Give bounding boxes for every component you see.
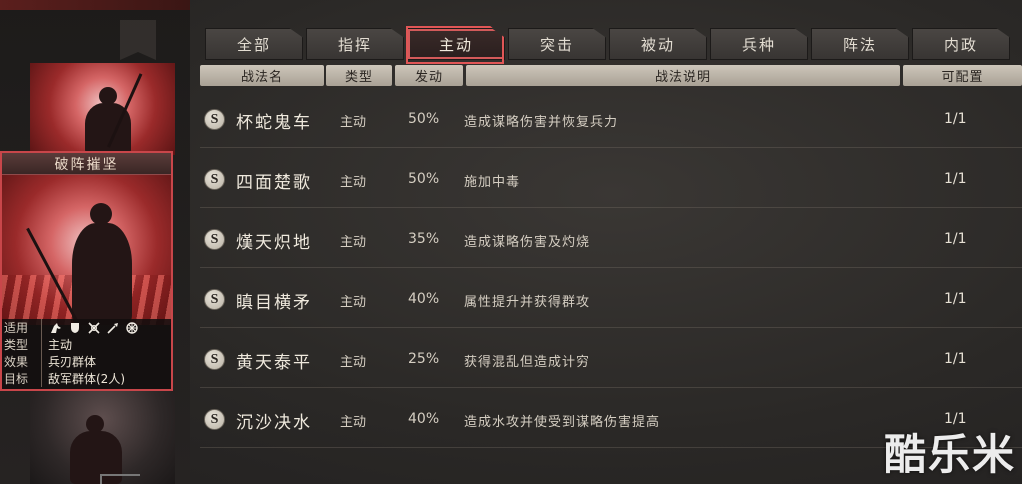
table-row[interactable]: S 瞋目横矛 主动 40% 属性提升并获得群攻 1/1 — [200, 270, 1022, 328]
table-row[interactable]: S 四面楚歌 主动 50% 施加中毒 1/1 — [200, 150, 1022, 208]
cavalry-icon — [50, 322, 62, 334]
shield-icon — [69, 322, 81, 334]
tactic-type: 主动 — [340, 235, 367, 250]
stat-row-type: 类型 主动 — [4, 336, 171, 353]
stat-value: 敌军群体(2人) — [48, 372, 125, 386]
tactic-rate: 25% — [408, 351, 440, 367]
warrior-silhouette — [75, 73, 143, 155]
tactic-description: 造成谋略伤害并恢复兵力 — [464, 115, 619, 130]
crossed-swords-icon — [88, 321, 100, 334]
spear-icon — [107, 322, 119, 334]
tactic-name: 瞋目横矛 — [236, 293, 312, 313]
tactic-configurable: 1/1 — [944, 111, 967, 127]
tab-command[interactable]: 指挥 — [306, 28, 404, 60]
tab-all[interactable]: 全部 — [205, 28, 303, 60]
tactic-configurable: 1/1 — [944, 411, 967, 427]
grade-badge: S — [204, 169, 225, 190]
tactic-name: 黄天泰平 — [236, 353, 312, 373]
tactic-type: 主动 — [340, 295, 367, 310]
stat-row-effect: 效果 兵刃群体 — [4, 353, 171, 370]
stat-label: 目标 — [4, 370, 42, 387]
column-header-type[interactable]: 类型 — [326, 65, 392, 86]
tactic-list: S 杯蛇鬼车 主动 50% 造成谋略伤害并恢复兵力 1/1 S 四面楚歌 主动 … — [200, 90, 1022, 484]
tactic-description: 造成水攻并使受到谋略伤害提高 — [464, 415, 661, 430]
table-row[interactable]: S 黄天泰平 主动 25% 获得混乱但造成计穷 1/1 — [200, 330, 1022, 388]
tactic-rate: 50% — [408, 171, 440, 187]
table-header: 战法名 类型 发动 战法说明 可配置 — [200, 65, 1022, 87]
tactic-description: 属性提升并获得群攻 — [464, 295, 591, 310]
table-row[interactable]: S 熯天炽地 主动 35% 造成谋略伤害及灼烧 1/1 — [200, 210, 1022, 268]
wheel-icon — [126, 321, 138, 334]
tactic-rate: 40% — [408, 291, 440, 307]
tactic-card-next[interactable] — [30, 391, 175, 484]
tactic-type: 主动 — [340, 115, 367, 130]
tactic-type: 主动 — [340, 175, 367, 190]
card-title-bar: 破阵摧坚 — [2, 153, 171, 175]
category-tabs: 全部 指挥 主动 突击 被动 兵种 阵法 内政 — [205, 28, 1022, 62]
tactic-rate: 50% — [408, 111, 440, 127]
tab-troop[interactable]: 兵种 — [710, 28, 808, 60]
column-header-configurable[interactable]: 可配置 — [903, 65, 1022, 86]
tab-active[interactable]: 主动 — [407, 28, 505, 60]
stat-value: 主动 — [48, 338, 73, 352]
grade-badge: S — [204, 229, 225, 250]
tactic-type: 主动 — [340, 355, 367, 370]
tab-formation[interactable]: 阵法 — [811, 28, 909, 60]
grade-badge: S — [204, 289, 225, 310]
game-screen: 破阵摧坚 适用 类型 主动 效果 兵刃群体 目标 敌军群体(2人) 全部 指挥 … — [0, 0, 1022, 484]
stat-label: 效果 — [4, 353, 42, 370]
tactic-configurable: 1/1 — [944, 171, 967, 187]
tactic-rate: 40% — [408, 411, 440, 427]
tab-internal[interactable]: 内政 — [912, 28, 1010, 60]
column-header-name[interactable]: 战法名 — [200, 65, 324, 86]
banner-decoration — [120, 20, 156, 60]
grade-badge: S — [204, 409, 225, 430]
tactic-name: 熯天炽地 — [236, 233, 312, 253]
tactic-name: 沉沙决水 — [236, 413, 312, 433]
unit-type-icons — [42, 321, 138, 334]
scroll-indicator — [100, 474, 140, 484]
card-art — [2, 175, 171, 331]
warrior-silhouette — [26, 195, 140, 331]
stat-row-apply: 适用 — [4, 319, 171, 336]
tab-passive[interactable]: 被动 — [609, 28, 707, 60]
stat-row-target: 目标 敌军群体(2人) — [4, 370, 171, 387]
tactic-description: 获得混乱但造成计穷 — [464, 355, 591, 370]
grade-badge: S — [204, 109, 225, 130]
watermark: 酷乐米 — [884, 430, 1017, 479]
stat-label: 适用 — [4, 319, 42, 336]
grade-badge: S — [204, 349, 225, 370]
tactic-card-column: 破阵摧坚 适用 类型 主动 效果 兵刃群体 目标 敌军群体(2人) — [0, 0, 190, 484]
tactic-configurable: 1/1 — [944, 291, 967, 307]
stat-value: 兵刃群体 — [48, 355, 97, 369]
table-row[interactable]: S 杯蛇鬼车 主动 50% 造成谋略伤害并恢复兵力 1/1 — [200, 90, 1022, 148]
tactic-rate: 35% — [408, 231, 440, 247]
stat-label: 类型 — [4, 336, 42, 353]
tab-assault[interactable]: 突击 — [508, 28, 606, 60]
column-header-description[interactable]: 战法说明 — [466, 65, 900, 86]
card-title: 破阵摧坚 — [54, 156, 119, 173]
tactic-configurable: 1/1 — [944, 231, 967, 247]
tactic-card-selected[interactable]: 破阵摧坚 适用 类型 主动 效果 兵刃群体 目标 敌军群体(2人) — [0, 151, 173, 391]
tactic-description: 施加中毒 — [464, 175, 521, 190]
top-decoration — [0, 0, 190, 10]
tactic-type: 主动 — [340, 415, 367, 430]
tactic-name: 四面楚歌 — [236, 173, 312, 193]
tactic-configurable: 1/1 — [944, 351, 967, 367]
tactic-name: 杯蛇鬼车 — [236, 113, 312, 133]
column-header-rate[interactable]: 发动 — [395, 65, 463, 86]
tactic-card-previous[interactable] — [30, 63, 175, 155]
card-stats-panel: 适用 类型 主动 效果 兵刃群体 目标 敌军群体(2人) — [2, 319, 171, 389]
tactic-description: 造成谋略伤害及灼烧 — [464, 235, 591, 250]
